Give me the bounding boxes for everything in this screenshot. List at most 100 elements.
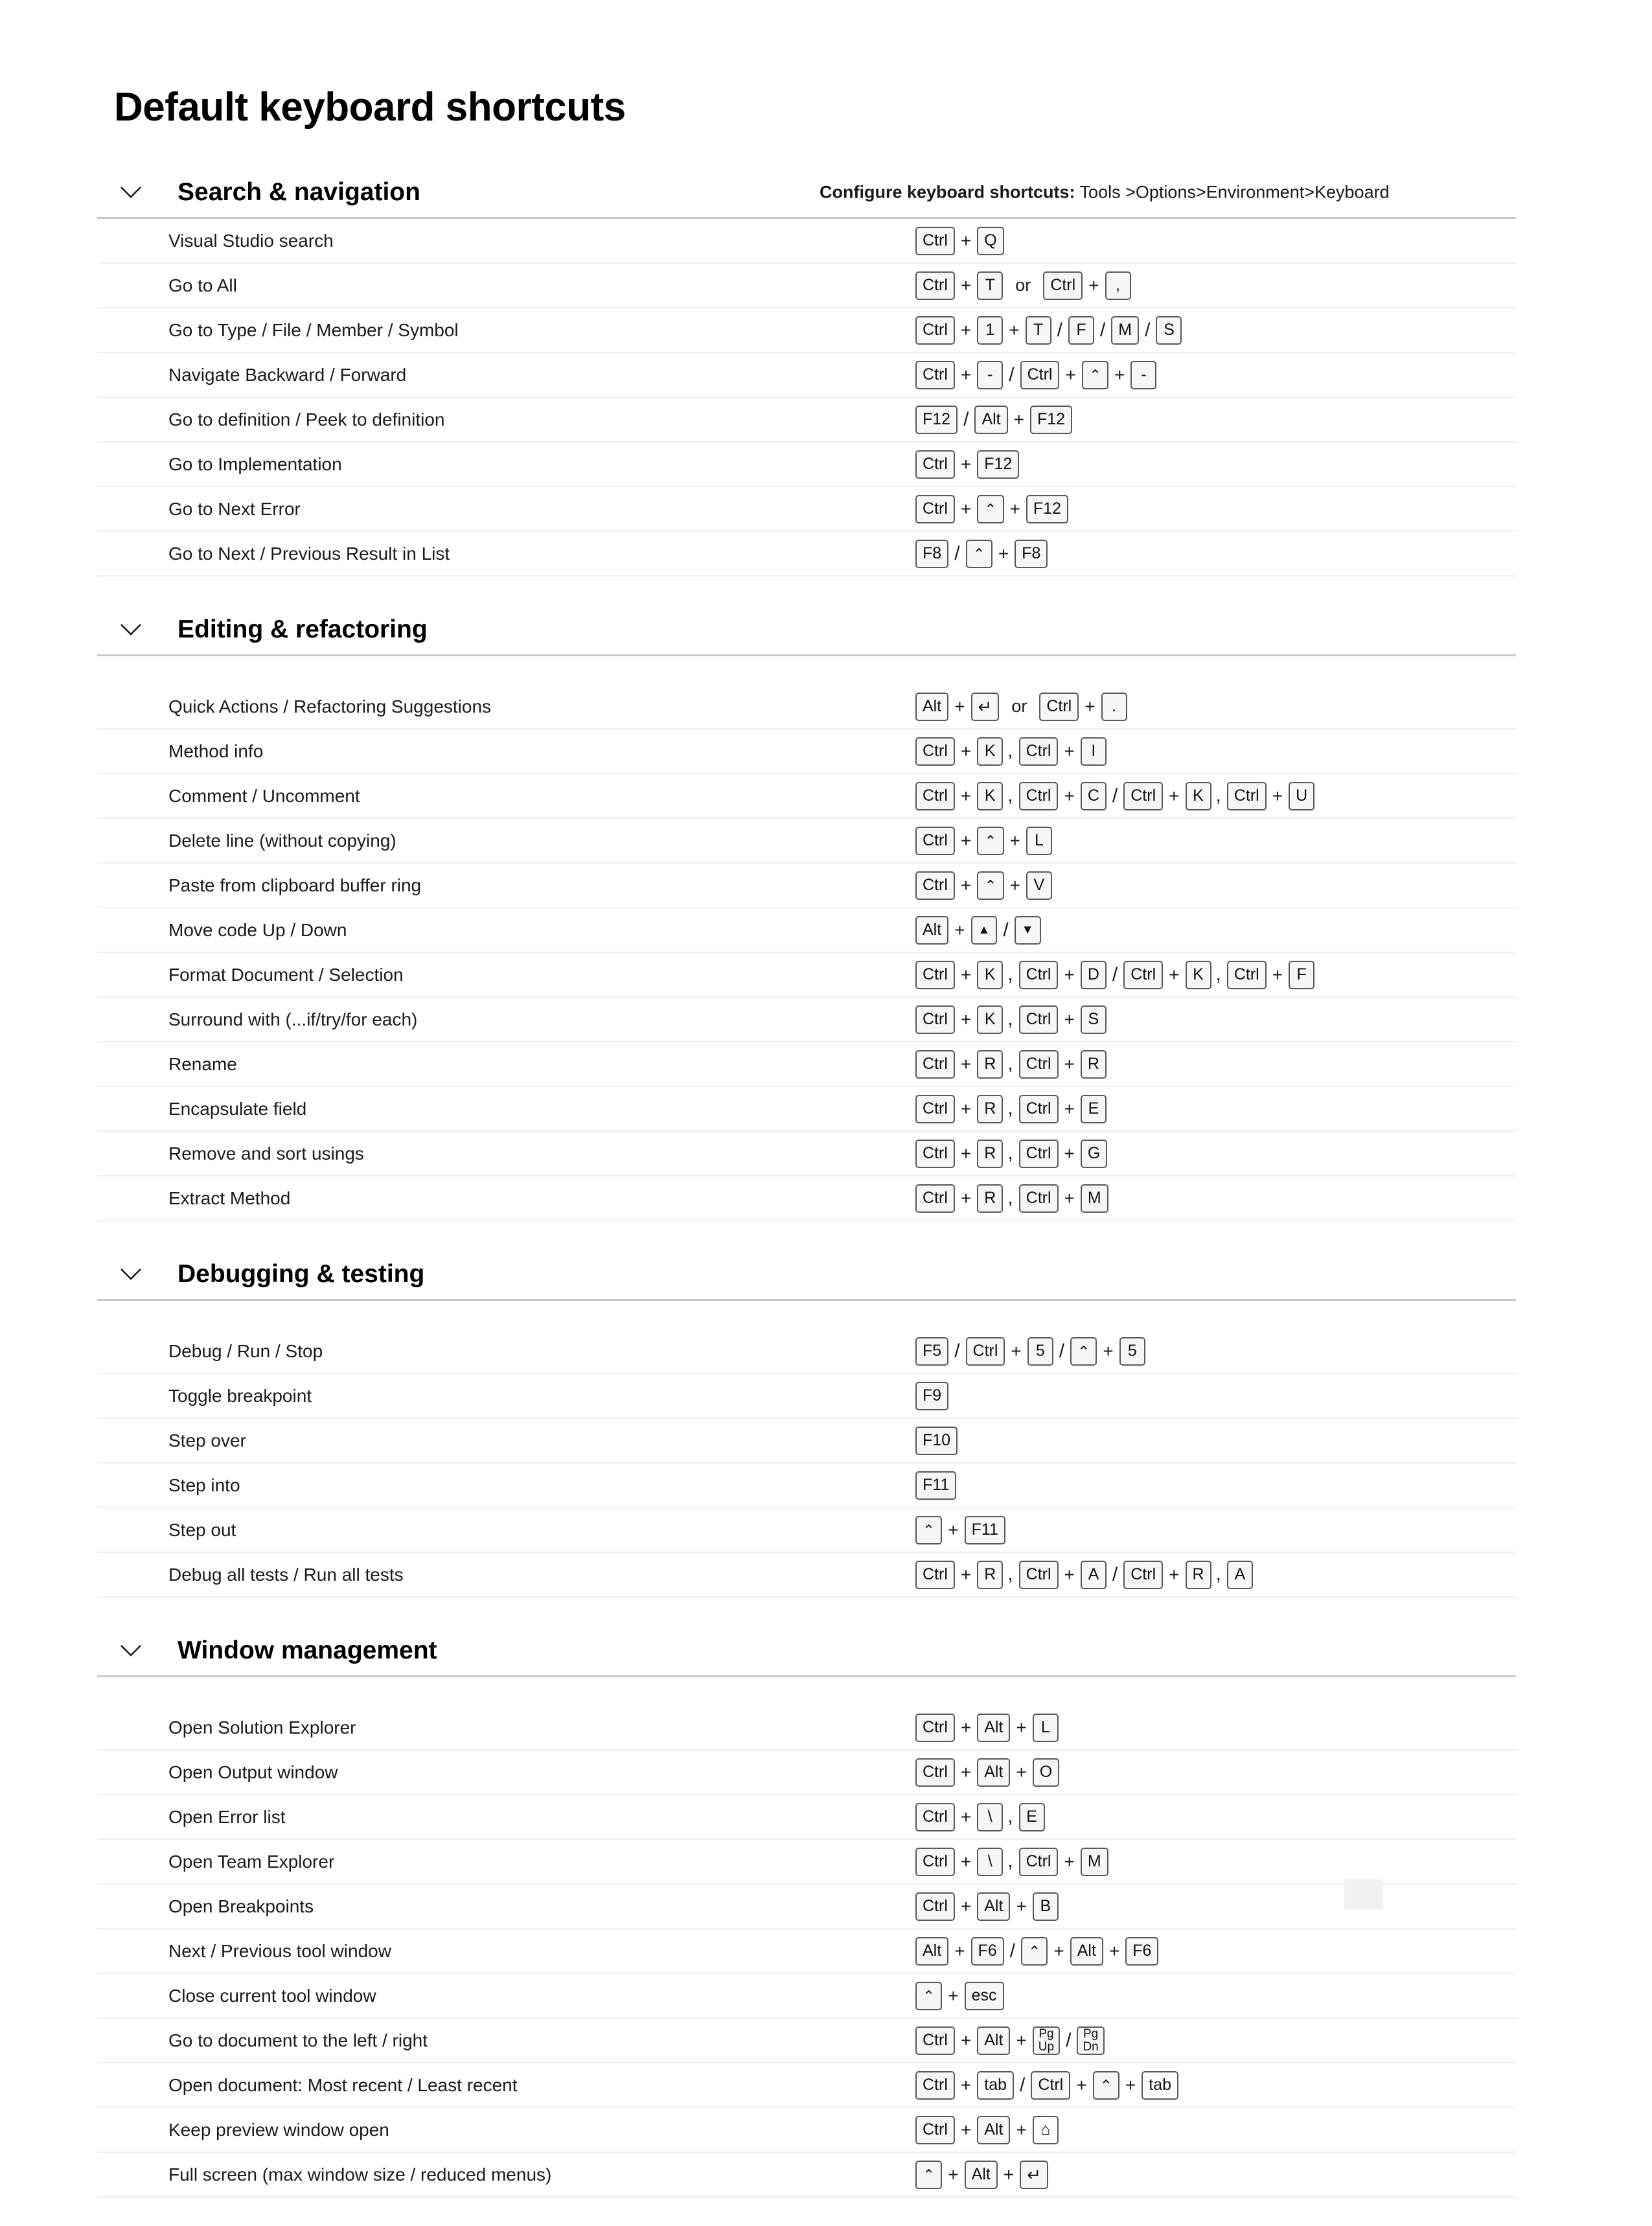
shortcut-keys: F9 [913, 1381, 950, 1410]
shortcut-label: Step out [168, 1519, 236, 1540]
key-separator-comma: , [1007, 1805, 1013, 1827]
key-cap-down: ▼ [1014, 915, 1041, 945]
shift-icon: ⌃ [972, 545, 985, 562]
shortcut-label: Remove and sort usings [168, 1143, 364, 1164]
key-cap: T [977, 271, 1004, 300]
shortcut-label: Full screen (max window size / reduced m… [168, 2164, 552, 2185]
key-separator-plus: + [1003, 2164, 1015, 2185]
configure-shortcuts-note: Configure keyboard shortcuts: Tools >Opt… [820, 183, 1390, 203]
key-separator-plus: + [1016, 2030, 1027, 2050]
key-cap: Ctrl [915, 1758, 955, 1787]
shortcut-row: Toggle breakpoint F9 [97, 1374, 1516, 1419]
key-cap: K [977, 737, 1004, 766]
shortcut-row: Quick Actions / Refactoring Suggestions A… [97, 685, 1516, 729]
key-cap: F11 [915, 1471, 957, 1500]
shortcut-keys: Ctrl + Q [913, 226, 1006, 255]
key-cap: Ctrl [915, 1005, 955, 1034]
chevron-down-icon[interactable] [111, 1644, 150, 1658]
shortcut-label: Format Document / Selection [168, 964, 404, 985]
key-cap: F8 [1015, 539, 1048, 568]
key-separator-plus: + [948, 1985, 959, 2006]
chevron-down-icon[interactable] [111, 1267, 150, 1281]
shift-icon: ⌃ [923, 2166, 935, 2183]
shift-icon: ⌃ [1088, 367, 1102, 384]
key-cap: F5 [915, 1337, 949, 1366]
key-separator-plus: + [960, 1806, 972, 1827]
key-cap: , [1105, 271, 1131, 300]
key-separator-plus: + [948, 1519, 959, 1540]
shortcut-keys: Ctrl + R, Ctrl + A / Ctrl + R, A [913, 1560, 1255, 1589]
key-separator-plus: + [960, 498, 972, 519]
key-cap: Ctrl [915, 1847, 955, 1876]
shortcut-keys: Ctrl + R, Ctrl + E [913, 1094, 1108, 1123]
shortcut-keys: F5/Ctrl +5/⌃ +5 [913, 1337, 1147, 1366]
key-cap: F12 [977, 450, 1020, 479]
key-cap: Ctrl [1018, 781, 1059, 810]
shortcut-row: Move code Up / Down Alt + ▲ / ▼ [97, 908, 1516, 953]
section-header-search-navigation[interactable]: Search & navigation Configure keyboard sh… [97, 168, 1516, 217]
shortcut-label: Method info [168, 740, 264, 761]
shortcut-label: Open Team Explorer [168, 1851, 335, 1872]
key-separator-plus: + [1009, 498, 1020, 519]
key-cap-shift: ⌃ [1021, 1936, 1048, 1966]
key-separator-plus: + [960, 2119, 972, 2140]
shift-icon: ⌃ [1077, 1343, 1090, 1360]
shortcut-row: Format Document / Selection Ctrl + K, Ctrl + D… [97, 953, 1516, 998]
key-separator-comma: , [1215, 963, 1221, 985]
key-separator-plus: + [960, 785, 972, 806]
shortcut-row: Comment / Uncomment Ctrl + K, Ctrl + C / Ctrl + K,… [97, 774, 1516, 819]
shortcut-row: Go to Next / Previous Result in List F8/⌃… [97, 532, 1516, 577]
key-cap: E [1080, 1094, 1107, 1123]
shortcut-row: Open Output window Ctrl + Alt + O [97, 1750, 1516, 1795]
shortcut-row: Extract Method Ctrl + R, Ctrl + M [97, 1176, 1516, 1221]
key-separator-plus: + [954, 919, 965, 940]
chevron-down-icon[interactable] [111, 623, 150, 637]
section-header-editing-refactoring[interactable]: Editing & refactoring [97, 605, 1516, 654]
shortcut-keys: Ctrl + Alt + B [913, 1892, 1061, 1921]
shortcut-row: Go to Implementation Ctrl + F12 [97, 442, 1516, 487]
key-cap: L [1026, 826, 1052, 855]
key-separator-plus: + [960, 740, 972, 761]
key-cap: R [977, 1184, 1004, 1213]
shortcut-keys: F10 [913, 1426, 959, 1455]
shortcut-list: Open Solution Explorer Ctrl + Alt + L Open Out… [97, 1706, 1516, 2197]
shortcut-row: Close current tool window ⌃ + esc [97, 1974, 1516, 2019]
key-cap: Ctrl [1123, 781, 1164, 810]
shortcut-label: Debug all tests / Run all tests [168, 1564, 404, 1585]
key-cap: S [1080, 1005, 1107, 1034]
key-separator-plus: + [1064, 1009, 1075, 1029]
key-separator-plus: + [1016, 1717, 1027, 1738]
section-header-window-management[interactable]: Window management [97, 1626, 1516, 1675]
shortcut-row: Step over F10 [97, 1419, 1516, 1463]
key-separator-plus: + [1064, 1143, 1075, 1164]
key-cap: B [1032, 1892, 1059, 1921]
key-separator-plus: + [1064, 1098, 1075, 1119]
key-cap-shift: ⌃ [1070, 1337, 1097, 1366]
shortcut-row: Surround with (...if/try/for each) Ctrl + K… [97, 998, 1516, 1042]
down-icon: ▼ [1021, 923, 1034, 937]
key-separator-plus: + [960, 1851, 972, 1872]
key-cap: R [1185, 1560, 1211, 1589]
key-separator-plus: + [1053, 1940, 1064, 1961]
shortcut-row: Debug / Run / Stop F5/Ctrl +5/⌃ +5 [97, 1329, 1516, 1374]
key-separator-slash: / [1003, 919, 1009, 941]
shortcut-row: Encapsulate field Ctrl + R, Ctrl + E [97, 1087, 1516, 1132]
key-cap: F [1289, 960, 1315, 989]
key-cap: Ctrl [915, 494, 955, 523]
section-header-debugging-testing[interactable]: Debugging & testing [97, 1250, 1516, 1299]
shortcut-row: Open Team Explorer Ctrl + \, Ctrl + M [97, 1840, 1516, 1885]
shortcut-label: Comment / Uncomment [168, 785, 360, 806]
key-separator-slash: / [954, 1340, 960, 1362]
key-separator-plus: + [1016, 1761, 1027, 1782]
key-cap: A [1226, 1560, 1253, 1589]
shortcut-label: Open Error list [168, 1806, 286, 1827]
home-icon: ⌂ [1040, 2120, 1051, 2139]
key-separator-or: or [1011, 696, 1027, 716]
shortcut-label: Extract Method [168, 1188, 291, 1208]
chevron-down-icon[interactable] [111, 185, 150, 200]
key-cap: S [1156, 316, 1182, 345]
key-separator-comma: , [1007, 1052, 1013, 1074]
key-cap: Ctrl [1123, 1560, 1164, 1589]
